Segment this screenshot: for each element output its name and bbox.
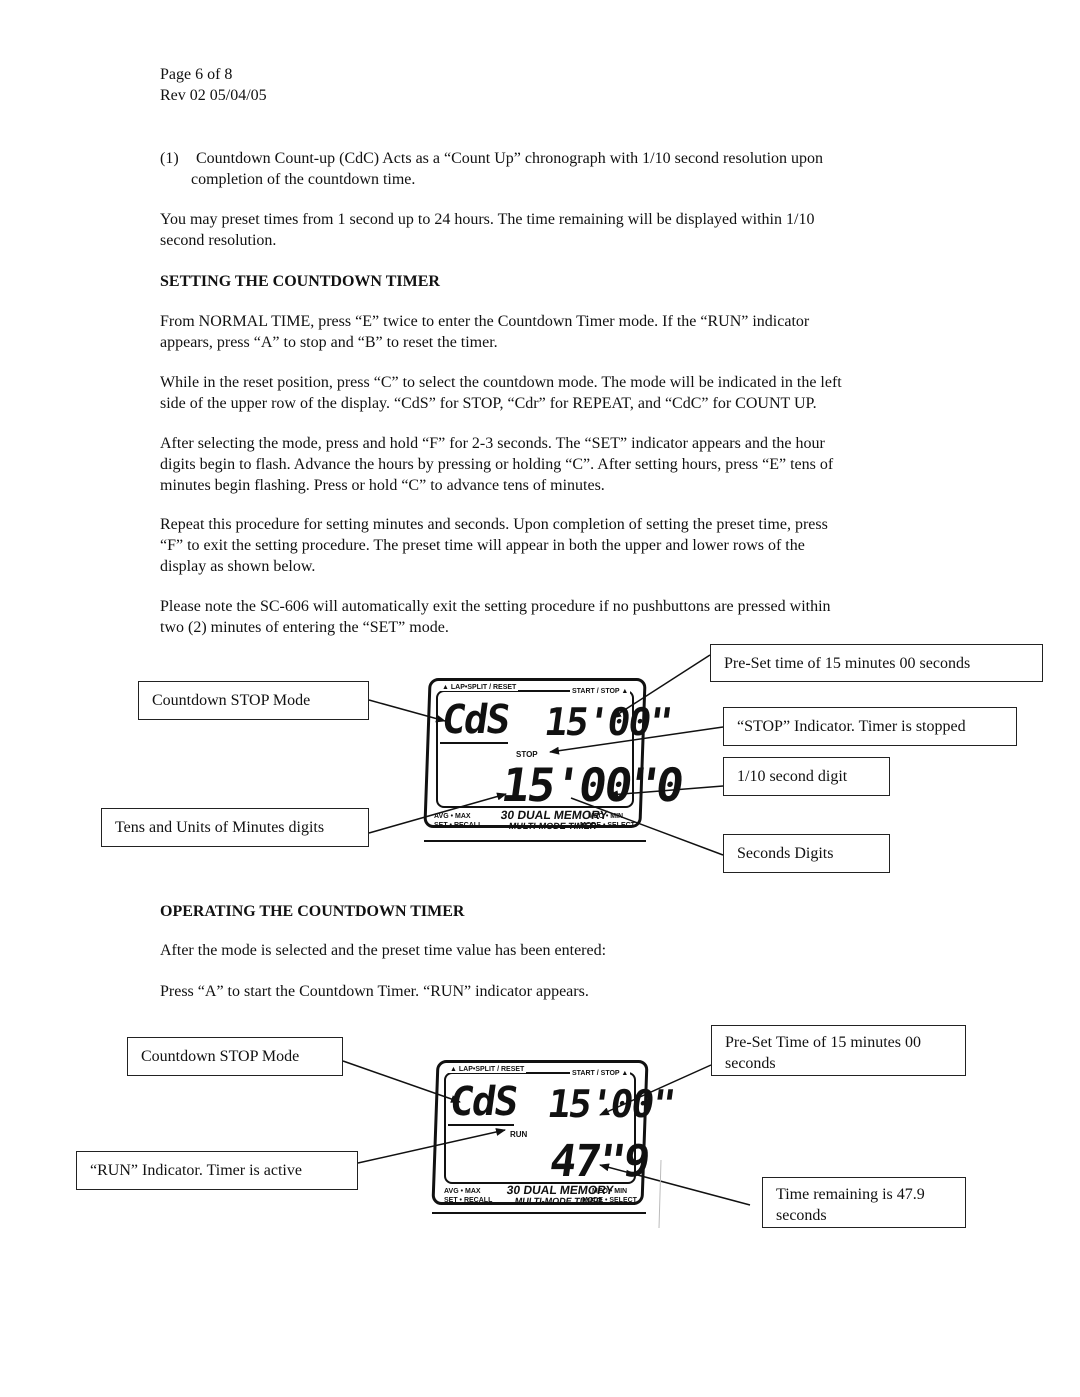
lcd-lower-time: 15'00"0 [498,758,686,812]
scan-artifact [658,1159,662,1229]
callout-tenth-second-digit: 1/10 second digit [723,757,890,796]
lcd-top-right-label: START / STOP ▲ [570,1070,631,1077]
paragraph-line: “F” to exit the setting procedure. The p… [160,537,805,554]
callout-line: Pre-Set Time of 15 minutes 00 [725,1034,922,1051]
paragraph-line: While in the reset position, press “C” t… [160,374,842,391]
lcd-bottom-left-label-1: AVG • MAX [434,813,471,820]
lcd-bottom-right-label-1: MEO • MIN [592,1188,628,1195]
list-item-text-line: completion of the countdown time. [191,171,416,188]
lcd-upper-time: 15'00" [541,700,674,744]
callout-run-indicator: “RUN” Indicator. Timer is active [76,1151,358,1190]
paragraph-line: display as shown below. [160,558,316,575]
paragraph-line: two (2) minutes of entering the “SET” mo… [160,619,449,636]
lcd-bottom-left-label-1: AVG • MAX [444,1188,481,1195]
lcd-mode-readout: CdS [446,1079,520,1125]
page-number: Page 6 of 8 [160,66,233,83]
list-item-number: (1) [160,150,179,167]
paragraph-line: From NORMAL TIME, press “E” twice to ent… [160,313,810,330]
paragraph-line: Please note the SC-606 will automaticall… [160,598,831,615]
lcd-bottom-right-label-2: MODE • SELECT [580,822,635,829]
paragraph-line: Press “A” to start the Countdown Timer. … [160,983,589,1000]
lcd-mode-readout: CdS [438,697,512,743]
paragraph-line: digits begin to flash. Advance the hours… [160,456,834,473]
lcd-top-left-label: ▲ LAP•SPLIT / RESET [440,684,519,691]
list-item-text-line: Countdown Count-up (CdC) Acts as a “Coun… [196,150,824,167]
callout-countdown-stop-mode-2: Countdown STOP Mode [127,1037,343,1076]
callout-seconds-digits: Seconds Digits [723,834,890,873]
revision-date: Rev 02 05/04/05 [160,87,267,104]
callout-countdown-stop-mode: Countdown STOP Mode [138,681,369,720]
lcd-top-left-label: ▲ LAP•SPLIT / RESET [448,1066,527,1073]
lcd-top-right-label: START / STOP ▲ [570,688,631,695]
callout-preset-time-2: Pre-Set Time of 15 minutes 00 seconds [711,1025,966,1076]
section-heading-setting: SETTING THE COUNTDOWN TIMER [160,273,440,290]
callout-preset-time: Pre-Set time of 15 minutes 00 seconds [710,644,1043,682]
paragraph-line: Repeat this procedure for setting minute… [160,516,828,533]
lcd-bottom-left-label-2: SET • RECALL [444,1197,493,1204]
paragraph-line: side of the upper row of the display. “C… [160,395,817,412]
callout-line: seconds [776,1207,827,1224]
callout-time-remaining: Time remaining is 47.9 seconds [762,1177,966,1228]
paragraph-line: You may preset times from 1 second up to… [160,211,815,228]
lcd-upper-time: 15'00" [544,1082,677,1126]
lcd-display-figure2: ▲ LAP•SPLIT / RESET START / STOP ▲ CdS 1… [430,1060,676,1225]
section-heading-operating: OPERATING THE COUNTDOWN TIMER [160,903,465,920]
lcd-bottom-right-label-1: MEO • MIN [588,813,624,820]
paragraph-line: After the mode is selected and the prese… [160,942,607,959]
callout-line: Time remaining is 47.9 [776,1186,925,1203]
callout-stop-indicator: “STOP” Indicator. Timer is stopped [723,707,1017,746]
lcd-lower-time: 47"9 [546,1136,652,1187]
paragraph-line: second resolution. [160,232,277,249]
lcd-display-figure1: ▲ LAP•SPLIT / RESET START / STOP ▲ CdS 1… [420,678,686,850]
paragraph-line: After selecting the mode, press and hold… [160,435,825,452]
callout-line: seconds [725,1055,776,1072]
paragraph-line: appears, press “A” to stop and “B” to re… [160,334,498,351]
lcd-bottom-left-label-2: SET • RECALL [434,822,483,829]
lcd-run-indicator: RUN [510,1130,528,1139]
callout-minutes-digits: Tens and Units of Minutes digits [101,808,369,847]
lcd-bottom-right-label-2: MODE • SELECT [582,1197,637,1204]
paragraph-line: minutes begin flashing. Press or hold “C… [160,477,605,494]
